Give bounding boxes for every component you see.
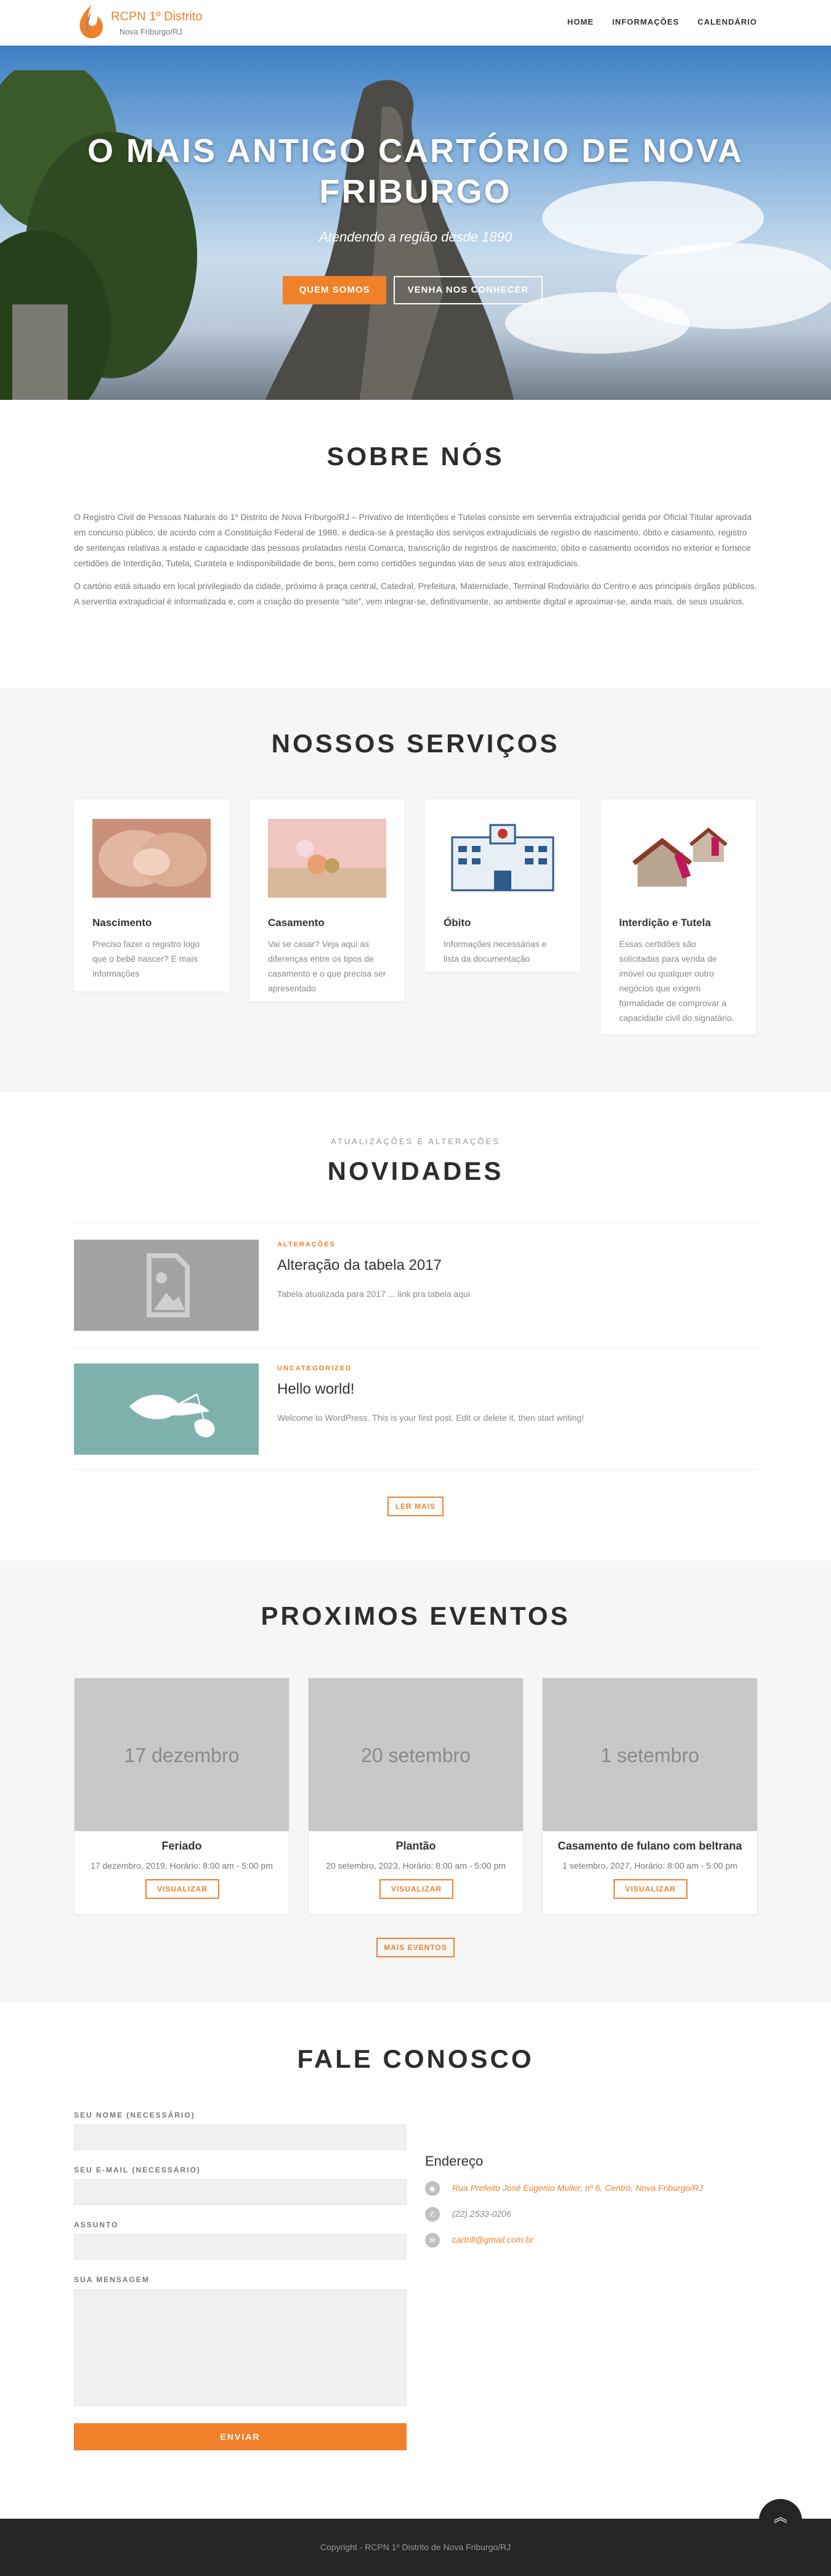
nav-home[interactable]: HOME (567, 17, 594, 26)
stork-image (74, 1363, 259, 1455)
about-section: SOBRE NÓS O Registro Civil de Pessoas Na… (0, 400, 831, 688)
view-event-button[interactable]: VISUALIZAR (614, 1879, 687, 1899)
service-card-interdicao[interactable]: Interdição e Tutela Essas certidões são … (601, 799, 756, 1034)
event-card[interactable]: 1 setembro Casamento de fulano com beltr… (542, 1678, 758, 1915)
name-label: SEU NOME (NECESSÁRIO) (74, 2111, 195, 2119)
message-field[interactable] (74, 2289, 407, 2406)
email-item: ✉ cartrill@gmail.com.br (425, 2233, 758, 2248)
logo-title: RCPN 1º Distrito (111, 10, 203, 23)
hero-title: O MAIS ANTIGO CARTÓRIO DE NOVA FRIBURGO (87, 132, 744, 210)
wedding-icon (268, 819, 386, 898)
envelope-icon: ✉ (425, 2233, 440, 2248)
email-field[interactable] (74, 2179, 407, 2205)
news-title: NOVIDADES (327, 1156, 504, 1185)
view-event-button[interactable]: VISUALIZAR (145, 1879, 219, 1899)
event-image: 20 setembro (309, 1678, 523, 1831)
service-card-obito[interactable]: Óbito Informações necessárias e lista da… (425, 799, 580, 972)
event-title: Feriado (161, 1840, 202, 1852)
event-date: 20 setembro, 2023, Horário: 8:00 am - 5:… (326, 1861, 506, 1871)
message-label: SUA MENSAGEM (74, 2275, 150, 2284)
events-title: PROXIMOS EVENTOS (261, 1601, 570, 1630)
copyright-text: Copyright - RCPN 1º Distrito de Nova Fri… (320, 2542, 511, 2552)
nav-calendario[interactable]: CALENDÁRIO (697, 17, 757, 26)
news-post[interactable]: UNCATEGORIZED Hello world! Welcome to Wo… (74, 1363, 758, 1455)
subject-field[interactable] (74, 2234, 407, 2260)
address-title: Endereço (425, 2153, 484, 2169)
post-excerpt: Tabela atualizada para 2017 ... link pra… (277, 1289, 470, 1299)
services-title: NOSSOS SERVIÇOS (271, 729, 560, 758)
news-post[interactable]: ALTERAÇÕES Alteração da tabela 2017 Tabe… (74, 1240, 758, 1331)
post-category[interactable]: UNCATEGORIZED (277, 1365, 352, 1372)
event-image: 1 setembro (543, 1678, 757, 1831)
more-events-button[interactable]: MAIS EVENTOS (376, 1938, 455, 1957)
subject-label: ASSUNTO (74, 2220, 119, 2229)
email-label: SEU E-MAIL (NECESSÁRIO) (74, 2166, 201, 2174)
main-nav: HOME INFORMAÇÕES CALENDÁRIO (567, 17, 757, 26)
post-title[interactable]: Hello world! (277, 1381, 354, 1398)
houses-sale-icon (619, 819, 737, 898)
site-footer: ︽ Copyright - RCPN 1º Distrito de Nova F… (0, 2499, 831, 2576)
event-card[interactable]: 17 dezembro Feriado 17 dezembro, 2019, H… (74, 1678, 290, 1915)
news-kicker: ATUALIZAÇÕES E ALTERAÇÕES (331, 1137, 500, 1146)
flame-logo-icon (79, 5, 103, 39)
venha-nos-conhecer-button[interactable]: VENHA NOS CONHECER (394, 276, 543, 304)
news-section: ATUALIZAÇÕES E ALTERAÇÕES NOVIDADES ALTE… (0, 1092, 831, 1561)
phone-icon: ✆ (425, 2207, 440, 2222)
quem-somos-button[interactable]: QUEM SOMOS (283, 276, 386, 304)
service-text: Informações necessárias e lista da docum… (444, 939, 547, 964)
event-card[interactable]: 20 setembro Plantão 20 setembro, 2023, H… (308, 1678, 524, 1915)
site-header: RCPN 1º Distrito Nova Friburgo/RJ HOME I… (0, 0, 831, 46)
event-title: Casamento de fulano com beltrana (557, 1840, 742, 1852)
contact-section: FALE CONOSCO SEU NOME (NECESSÁRIO) SEU E… (0, 2002, 831, 2519)
service-text: Preciso fazer o registro logo que o bebê… (92, 939, 200, 978)
service-text: Vai se casar? Veja aqui as diferenças en… (268, 939, 386, 993)
phone-item: ✆ (22) 2533-0206 (425, 2207, 758, 2222)
about-paragraph: O Registro Civil de Pessoas Naturais do … (74, 512, 752, 568)
address-text[interactable]: Rua Prefeito José Eugenio Muller, nº 6, … (452, 2183, 703, 2193)
event-title: Plantão (395, 1840, 436, 1852)
location-icon: ◉ (425, 2181, 440, 2196)
post-title[interactable]: Alteração da tabela 2017 (277, 1257, 442, 1274)
service-title: Casamento (268, 917, 325, 928)
hero-subtitle: Atendendo a região desde 1890 (318, 229, 513, 245)
about-title: SOBRE NÓS (326, 442, 505, 471)
back-to-top-button[interactable]: ︽ (759, 2499, 802, 2542)
address-item: ◉ Rua Prefeito José Eugenio Muller, nº 6… (425, 2181, 758, 2196)
services-section: NOSSOS SERVIÇOS Nascimento Preciso fazer… (0, 688, 831, 1092)
hero-banner: O MAIS ANTIGO CARTÓRIO DE NOVA FRIBURGO … (0, 46, 831, 400)
chevron-up-icon: ︽ (773, 2509, 787, 2525)
service-title: Óbito (444, 917, 471, 928)
post-excerpt: Welcome to WordPress. This is your first… (277, 1413, 584, 1423)
post-category[interactable]: ALTERAÇÕES (277, 1241, 336, 1248)
send-button[interactable]: ENVIAR (74, 2423, 407, 2450)
read-more-button[interactable]: LER MAIS (387, 1497, 444, 1516)
service-card-nascimento[interactable]: Nascimento Preciso fazer o registro logo… (74, 799, 229, 991)
about-text: O Registro Civil de Pessoas Naturais do … (74, 510, 758, 617)
name-field[interactable] (74, 2124, 407, 2150)
baby-feet-icon (92, 819, 211, 898)
event-date: 17 dezembro, 2019, Horário: 8:00 am - 5:… (91, 1861, 273, 1871)
image-placeholder-icon (74, 1240, 259, 1331)
service-title: Nascimento (92, 917, 152, 928)
service-card-casamento[interactable]: Casamento Vai se casar? Veja aqui as dif… (249, 799, 405, 1001)
event-date: 1 setembro, 2027, Horário: 8:00 am - 5:0… (562, 1861, 738, 1871)
phone-text: (22) 2533-0206 (452, 2209, 511, 2219)
events-section: PROXIMOS EVENTOS 17 dezembro Feriado 17 … (0, 1561, 831, 2002)
event-image: 17 dezembro (75, 1678, 289, 1831)
service-text: Essas certidões são solicitadas para ven… (619, 939, 734, 1023)
site-logo[interactable]: RCPN 1º Distrito Nova Friburgo/RJ (74, 4, 222, 42)
view-event-button[interactable]: VISUALIZAR (379, 1879, 453, 1899)
service-title: Interdição e Tutela (619, 917, 711, 928)
nav-informacoes[interactable]: INFORMAÇÕES (612, 17, 679, 26)
hospital-icon (444, 819, 562, 898)
about-paragraph: O cartório está situado em local privile… (74, 581, 757, 606)
logo-subtitle: Nova Friburgo/RJ (120, 27, 182, 36)
email-link[interactable]: cartrill@gmail.com.br (452, 2235, 533, 2245)
contact-title: FALE CONOSCO (297, 2044, 534, 2073)
